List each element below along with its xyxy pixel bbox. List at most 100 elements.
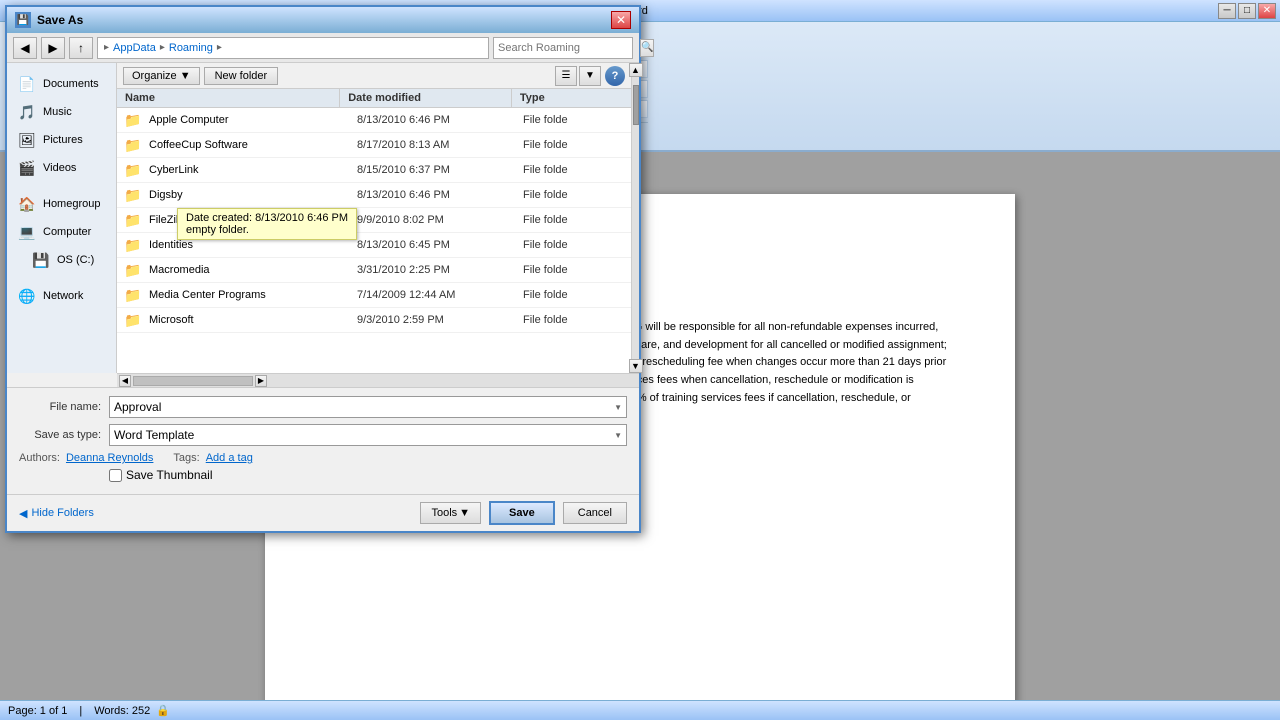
- file-item-filezilla[interactable]: 📁 FileZilla Date created: 8/13/2010 6:46…: [117, 208, 631, 233]
- titlebar-controls: ─ □ ✕: [1218, 3, 1276, 19]
- tools-arrow: ▼: [459, 507, 470, 519]
- nav-osdrive-label: OS (C:): [57, 254, 94, 266]
- cancel-button[interactable]: Cancel: [563, 502, 627, 524]
- path-root-arrow: ▸: [104, 42, 109, 53]
- col-date-header[interactable]: Date modified: [340, 89, 512, 107]
- nav-network-label: Network: [43, 290, 83, 302]
- tags-label: Tags:: [173, 452, 199, 464]
- nav-homegroup-label: Homegroup: [43, 198, 100, 210]
- folder-icon-identities: 📁: [123, 235, 143, 255]
- col-name-header[interactable]: Name: [117, 89, 340, 107]
- file-name-coffeecup: CoffeeCup Software: [149, 136, 349, 154]
- scroll-up-btn[interactable]: ▲: [629, 63, 643, 77]
- save-as-dialog: 💾 Save As ✕ ◀ ▶ ↑ ▸ AppData ▸ Roaming ▸ …: [5, 5, 641, 533]
- tags-group: Tags: Add a tag: [173, 452, 252, 464]
- file-date-apple: 8/13/2010 6:46 PM: [349, 111, 515, 129]
- osdrive-icon: 💾: [31, 251, 51, 269]
- file-item-microsoft[interactable]: 📁 Microsoft 9/3/2010 2:59 PM File folde: [117, 308, 631, 333]
- videos-icon: 🎬: [17, 159, 37, 177]
- search-box[interactable]: 🔍: [493, 37, 633, 59]
- search-input[interactable]: [498, 42, 640, 54]
- file-item-apple[interactable]: 📁 Apple Computer 8/13/2010 6:46 PM File …: [117, 108, 631, 133]
- nav-documents[interactable]: 📄 Documents: [11, 71, 112, 97]
- dialog-form: File name: Approval ▼ Save as type: Word…: [7, 387, 639, 494]
- filetype-dropdown[interactable]: Word Template ▼: [109, 424, 627, 446]
- file-item-mediacenter[interactable]: 📁 Media Center Programs 7/14/2009 12:44 …: [117, 283, 631, 308]
- file-item-digsby[interactable]: 📁 Digsby 8/13/2010 6:46 PM File folde: [117, 183, 631, 208]
- path-bar: ▸ AppData ▸ Roaming ▸: [97, 37, 489, 59]
- save-button[interactable]: Save: [489, 501, 555, 525]
- forward-button[interactable]: ▶: [41, 37, 65, 59]
- new-folder-button[interactable]: New folder: [204, 67, 279, 85]
- hide-folders-button[interactable]: ◀ Hide Folders: [19, 507, 94, 520]
- file-date-filezilla: 9/9/2010 8:02 PM: [349, 211, 515, 229]
- file-item-coffeecup[interactable]: 📁 CoffeeCup Software 8/17/2010 8:13 AM F…: [117, 133, 631, 158]
- minimize-btn[interactable]: ─: [1218, 3, 1236, 19]
- tools-button[interactable]: Tools ▼: [420, 502, 481, 524]
- authors-value: Deanna Reynolds: [66, 452, 153, 464]
- help-button[interactable]: ?: [605, 66, 625, 86]
- thumbnail-checkbox[interactable]: [109, 469, 122, 482]
- nav-videos[interactable]: 🎬 Videos: [11, 155, 112, 181]
- nav-computer-label: Computer: [43, 226, 91, 238]
- thumbnail-label: Save Thumbnail: [126, 468, 213, 482]
- path-mid-arrow: ▸: [160, 42, 165, 53]
- thumbnail-row: Save Thumbnail: [109, 468, 627, 482]
- path-end-arrow: ▸: [217, 42, 222, 53]
- dialog-hscrollbar[interactable]: ◀ ▶: [117, 373, 639, 387]
- filetype-row: Save as type: Word Template ▼: [19, 424, 627, 446]
- file-name-macromedia: Macromedia: [149, 261, 349, 279]
- homegroup-icon: 🏠: [17, 195, 37, 213]
- file-type-digsby: File folde: [515, 186, 631, 204]
- file-type-cyberlink: File folde: [515, 161, 631, 179]
- hscroll-thumb[interactable]: [133, 376, 253, 386]
- nav-osdrive[interactable]: 💾 OS (C:): [11, 247, 112, 273]
- file-list-container: Organize ▼ New folder ☰ ▼ ? Name Date mo…: [117, 63, 631, 373]
- footer-buttons: Tools ▼ Save Cancel: [420, 501, 627, 525]
- nav-pictures[interactable]: 🖼 Pictures: [11, 127, 112, 153]
- col-type-header[interactable]: Type: [512, 89, 631, 107]
- nav-computer[interactable]: 💻 Computer: [11, 219, 112, 245]
- pictures-icon: 🖼: [17, 131, 37, 149]
- scroll-down-btn[interactable]: ▼: [629, 359, 643, 373]
- file-date-cyberlink: 8/15/2010 6:37 PM: [349, 161, 515, 179]
- hide-folders-arrow: ◀: [19, 507, 27, 520]
- authors-label: Authors:: [19, 452, 60, 464]
- back-button[interactable]: ◀: [13, 37, 37, 59]
- organize-button[interactable]: Organize ▼: [123, 67, 200, 85]
- filename-dropdown[interactable]: Approval ▼: [109, 396, 627, 418]
- dialog-title-icon: 💾: [15, 12, 31, 28]
- view-toggle-button[interactable]: ☰: [555, 66, 577, 86]
- file-list-toolbar: Organize ▼ New folder ☰ ▼ ?: [117, 63, 631, 89]
- folder-icon-macromedia: 📁: [123, 260, 143, 280]
- maximize-btn[interactable]: □: [1238, 3, 1256, 19]
- dialog-toolbar: ◀ ▶ ↑ ▸ AppData ▸ Roaming ▸ 🔍: [7, 33, 639, 63]
- file-name-digsby: Digsby: [149, 186, 349, 204]
- hscroll-left[interactable]: ◀: [119, 375, 131, 387]
- filename-value: Approval: [114, 400, 161, 414]
- up-button[interactable]: ↑: [69, 37, 93, 59]
- authors-group: Authors: Deanna Reynolds: [19, 452, 153, 464]
- filename-label: File name:: [19, 401, 109, 413]
- file-type-coffeecup: File folde: [515, 136, 631, 154]
- hide-folders-label: Hide Folders: [31, 507, 93, 519]
- file-name-apple: Apple Computer: [149, 111, 349, 129]
- dialog-body-scrollbar[interactable]: ▲ ▼: [631, 63, 639, 373]
- file-type-mediacenter: File folde: [515, 286, 631, 304]
- dialog-close-button[interactable]: ✕: [611, 11, 631, 29]
- view-arrow-button[interactable]: ▼: [579, 66, 601, 86]
- hscroll-right[interactable]: ▶: [255, 375, 267, 387]
- search-icon[interactable]: 🔍: [640, 39, 654, 57]
- path-appdata[interactable]: AppData: [113, 42, 156, 54]
- file-item-identities[interactable]: 📁 Identities 8/13/2010 6:45 PM File fold…: [117, 233, 631, 258]
- path-roaming[interactable]: Roaming: [169, 42, 213, 54]
- scroll-thumb[interactable]: [633, 85, 639, 125]
- file-item-cyberlink[interactable]: 📁 CyberLink 8/15/2010 6:37 PM File folde: [117, 158, 631, 183]
- nav-homegroup[interactable]: 🏠 Homegroup: [11, 191, 112, 217]
- file-type-microsoft: File folde: [515, 311, 631, 329]
- file-item-macromedia[interactable]: 📁 Macromedia 3/31/2010 2:25 PM File fold…: [117, 258, 631, 283]
- nav-network[interactable]: 🌐 Network: [11, 283, 112, 309]
- file-type-apple: File folde: [515, 111, 631, 129]
- close-btn[interactable]: ✕: [1258, 3, 1276, 19]
- nav-music[interactable]: 🎵 Music: [11, 99, 112, 125]
